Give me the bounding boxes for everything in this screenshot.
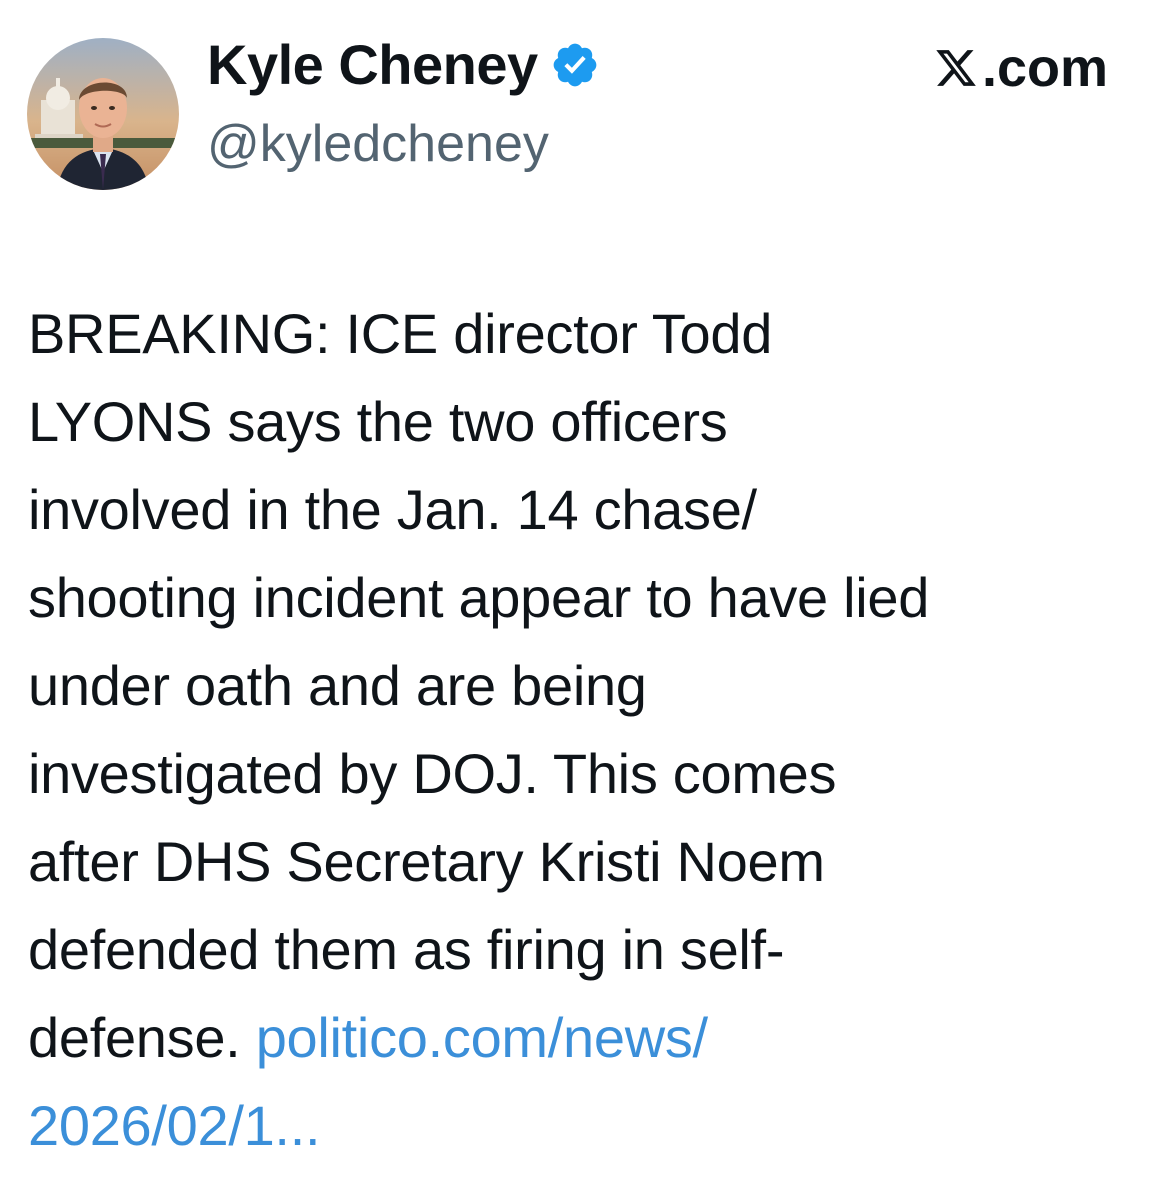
tweet-text-line: shooting incident appear to have lied (28, 566, 930, 629)
author-handle[interactable]: @kyledcheney (207, 113, 549, 175)
tweet-text: BREAKING: ICE director Todd LYONS says t… (28, 290, 1138, 1170)
tweet-text-line: involved in the Jan. 14 chase/ (28, 478, 757, 541)
tweet-text-line: under oath and are being (28, 654, 647, 717)
article-link[interactable]: politico.com/news/ (256, 1006, 708, 1069)
tweet-text-last-line: defense. politico.com/news/ (28, 994, 1138, 1082)
tweet-text-line: LYONS says the two officers (28, 390, 728, 453)
article-link-tail[interactable]: 2026/02/1... (28, 1094, 321, 1157)
tweet-text-line: investigated by DOJ. This comes (28, 742, 837, 805)
author-name-row[interactable]: Kyle Cheney (207, 32, 600, 98)
avatar[interactable] (27, 38, 179, 190)
tweet-text-line: after DHS Secretary Kristi Noem (28, 830, 825, 893)
tweet-text-line: BREAKING: ICE director Todd (28, 302, 773, 365)
profile-photo (27, 38, 179, 190)
brand-domain-label: .com (981, 38, 1108, 98)
x-brand[interactable]: .com (934, 38, 1108, 98)
article-link-continued: 2026/02/1... (28, 1082, 1138, 1170)
tweet-header: Kyle Cheney @kyledcheney .com (0, 0, 1166, 210)
verified-badge-icon (553, 43, 596, 87)
tweet-text-fragment: defense. (28, 1006, 256, 1069)
tweet-text-line: defended them as firing in self- (28, 918, 785, 981)
author-display-name[interactable]: Kyle Cheney (207, 32, 538, 98)
x-logo-icon (936, 50, 976, 86)
